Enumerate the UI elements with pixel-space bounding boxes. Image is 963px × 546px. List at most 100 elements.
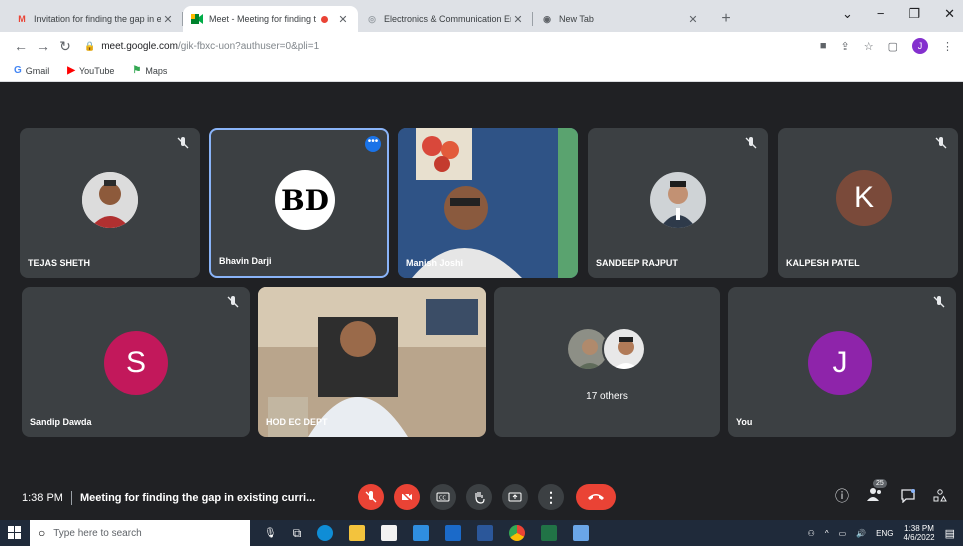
clock[interactable]: 1:38 PM 4/6/2022 — [903, 524, 934, 542]
recording-icon — [321, 15, 328, 23]
participant-tile[interactable]: S Sandip Dawda — [22, 287, 250, 437]
language-indicator[interactable]: ENG — [876, 529, 893, 538]
participant-name: TEJAS SHETH — [28, 258, 91, 268]
notifications-icon[interactable]: ▤ — [945, 527, 955, 540]
meet-side-controls: ⓘ 25 — [835, 478, 947, 506]
meet-controls-bar: 1:38 PM Meeting for finding the gap in e… — [0, 476, 963, 520]
participant-video[interactable]: HOD EC DEPT — [258, 287, 486, 437]
edge-icon[interactable] — [317, 525, 334, 541]
minimize-icon[interactable]: − — [877, 6, 885, 22]
participant-tile[interactable]: ••• BD Bhavin Darji — [209, 128, 389, 278]
share-icon[interactable]: ⇪ — [841, 40, 850, 53]
mic-toggle-button[interactable] — [358, 484, 384, 510]
bd-logo: BD — [275, 170, 335, 230]
microphone-icon[interactable]: 🎙 — [264, 528, 277, 539]
profile-avatar[interactable]: J — [912, 38, 928, 54]
star-icon[interactable]: ☆ — [864, 40, 874, 53]
gmail-icon: M — [18, 14, 26, 24]
mic-off-icon — [933, 296, 945, 308]
activities-icon[interactable] — [933, 489, 947, 503]
participant-video[interactable]: Manish Joshi — [398, 128, 578, 278]
taskbar-search[interactable]: ○ Type here to search — [30, 520, 250, 546]
restore-icon[interactable]: ❐ — [908, 6, 920, 22]
tab-meet[interactable]: Meet - Meeting for finding t ✕ — [183, 6, 358, 32]
window-close-icon[interactable]: ✕ — [944, 6, 955, 22]
participant-name: KALPESH PATEL — [786, 258, 860, 268]
bookmark-maps[interactable]: ⚑ Maps — [132, 65, 167, 76]
back-icon[interactable]: ← — [10, 38, 32, 54]
forward-icon[interactable]: → — [32, 38, 54, 54]
close-icon[interactable]: ✕ — [511, 13, 525, 26]
avatar: K — [836, 170, 892, 226]
raise-hand-button[interactable] — [466, 484, 492, 510]
taskbar-apps: 🎙 ⧉ — [264, 525, 590, 541]
people-icon — [867, 487, 881, 501]
leave-call-button[interactable] — [576, 484, 616, 510]
mic-off-icon — [935, 137, 947, 149]
menu-icon[interactable]: ⋮ — [942, 40, 953, 53]
camera-icon[interactable]: ■ — [820, 40, 827, 52]
avatar — [602, 327, 646, 371]
bookmark-gmail[interactable]: G Gmail — [14, 65, 49, 76]
tab-newtab[interactable]: ◉ New Tab ✕ — [533, 6, 708, 32]
network-icon[interactable]: ▭ — [839, 529, 847, 538]
close-icon[interactable]: ✕ — [686, 13, 700, 26]
people-button[interactable]: 25 — [867, 478, 887, 506]
tab-gmail[interactable]: M Invitation for finding the gap in e ✕ — [8, 6, 183, 32]
camera-toggle-button[interactable] — [394, 484, 420, 510]
search-icon: ○ — [38, 526, 46, 540]
present-icon — [508, 492, 522, 502]
start-button[interactable] — [0, 526, 30, 540]
toolbar-icons: ■ ⇪ ☆ ▢ J ⋮ — [820, 38, 953, 54]
chat-icon[interactable] — [901, 489, 915, 503]
meeting-title: Meeting for finding the gap in existing … — [79, 492, 316, 504]
chevron-up-icon[interactable]: ^ — [825, 529, 829, 538]
end-call-icon — [588, 494, 604, 500]
chrome-taskbar-icon[interactable] — [509, 525, 526, 541]
lock-icon[interactable]: 🔒 — [84, 41, 95, 52]
meet-stage: TEJAS SHETH ••• BD Bhavin Darji Manish J… — [0, 82, 963, 520]
app-l-icon[interactable] — [413, 525, 430, 541]
present-button[interactable] — [502, 484, 528, 510]
google-icon: G — [14, 65, 22, 76]
notepad-icon[interactable] — [573, 525, 590, 541]
person-icon[interactable]: ⚇ — [808, 529, 815, 538]
file-explorer-icon[interactable] — [349, 525, 366, 541]
more-options-button[interactable]: ⋮ — [538, 484, 564, 510]
participant-tile[interactable]: K KALPESH PATEL — [778, 128, 958, 278]
avatar: S — [104, 331, 168, 395]
system-tray: ⚇ ^ ▭ 🔊 ENG 1:38 PM 4/6/2022 ▤ — [808, 524, 955, 542]
reload-icon[interactable]: ↻ — [54, 38, 76, 55]
mail-icon[interactable] — [445, 525, 462, 541]
close-icon[interactable]: ✕ — [161, 13, 175, 26]
bookmark-youtube[interactable]: ▶ YouTube — [67, 65, 114, 76]
meeting-time: 1:38 PM — [22, 492, 63, 504]
excel-icon[interactable] — [541, 525, 558, 541]
close-icon[interactable]: ✕ — [336, 13, 350, 26]
tab-title: Electronics & Communication En — [384, 14, 511, 24]
tab-search-icon[interactable]: ⌄ — [842, 6, 853, 22]
sidepanel-icon[interactable]: ▢ — [888, 40, 898, 53]
captions-button[interactable]: CC — [430, 484, 456, 510]
participant-tile[interactable]: SANDEEP RAJPUT — [588, 128, 768, 278]
tab-title: Invitation for finding the gap in e — [34, 14, 161, 24]
task-view-icon[interactable]: ⧉ — [293, 526, 302, 541]
store-icon[interactable] — [381, 525, 398, 541]
tab-college[interactable]: ◎ Electronics & Communication En ✕ — [358, 6, 533, 32]
url-domain: meet.google.com — [101, 40, 178, 52]
tab-strip: M Invitation for finding the gap in e ✕ … — [0, 0, 963, 32]
others-tile[interactable]: 17 others — [494, 287, 720, 437]
info-icon[interactable]: ⓘ — [835, 486, 849, 506]
mic-off-icon — [177, 137, 189, 149]
word-icon[interactable] — [477, 525, 494, 541]
others-count: 17 others — [586, 391, 628, 402]
clock-date: 4/6/2022 — [903, 533, 935, 542]
more-options-icon[interactable]: ••• — [365, 136, 381, 152]
new-tab-button[interactable]: + — [716, 10, 736, 28]
mic-off-icon — [745, 137, 757, 149]
volume-icon[interactable]: 🔊 — [856, 529, 866, 538]
address-bar[interactable]: 🔒 meet.google.com/gik-fbxc-uon?authuser=… — [84, 35, 820, 57]
participant-tile[interactable]: TEJAS SHETH — [20, 128, 200, 278]
video-frame — [258, 287, 486, 437]
participant-tile[interactable]: J You — [728, 287, 956, 437]
